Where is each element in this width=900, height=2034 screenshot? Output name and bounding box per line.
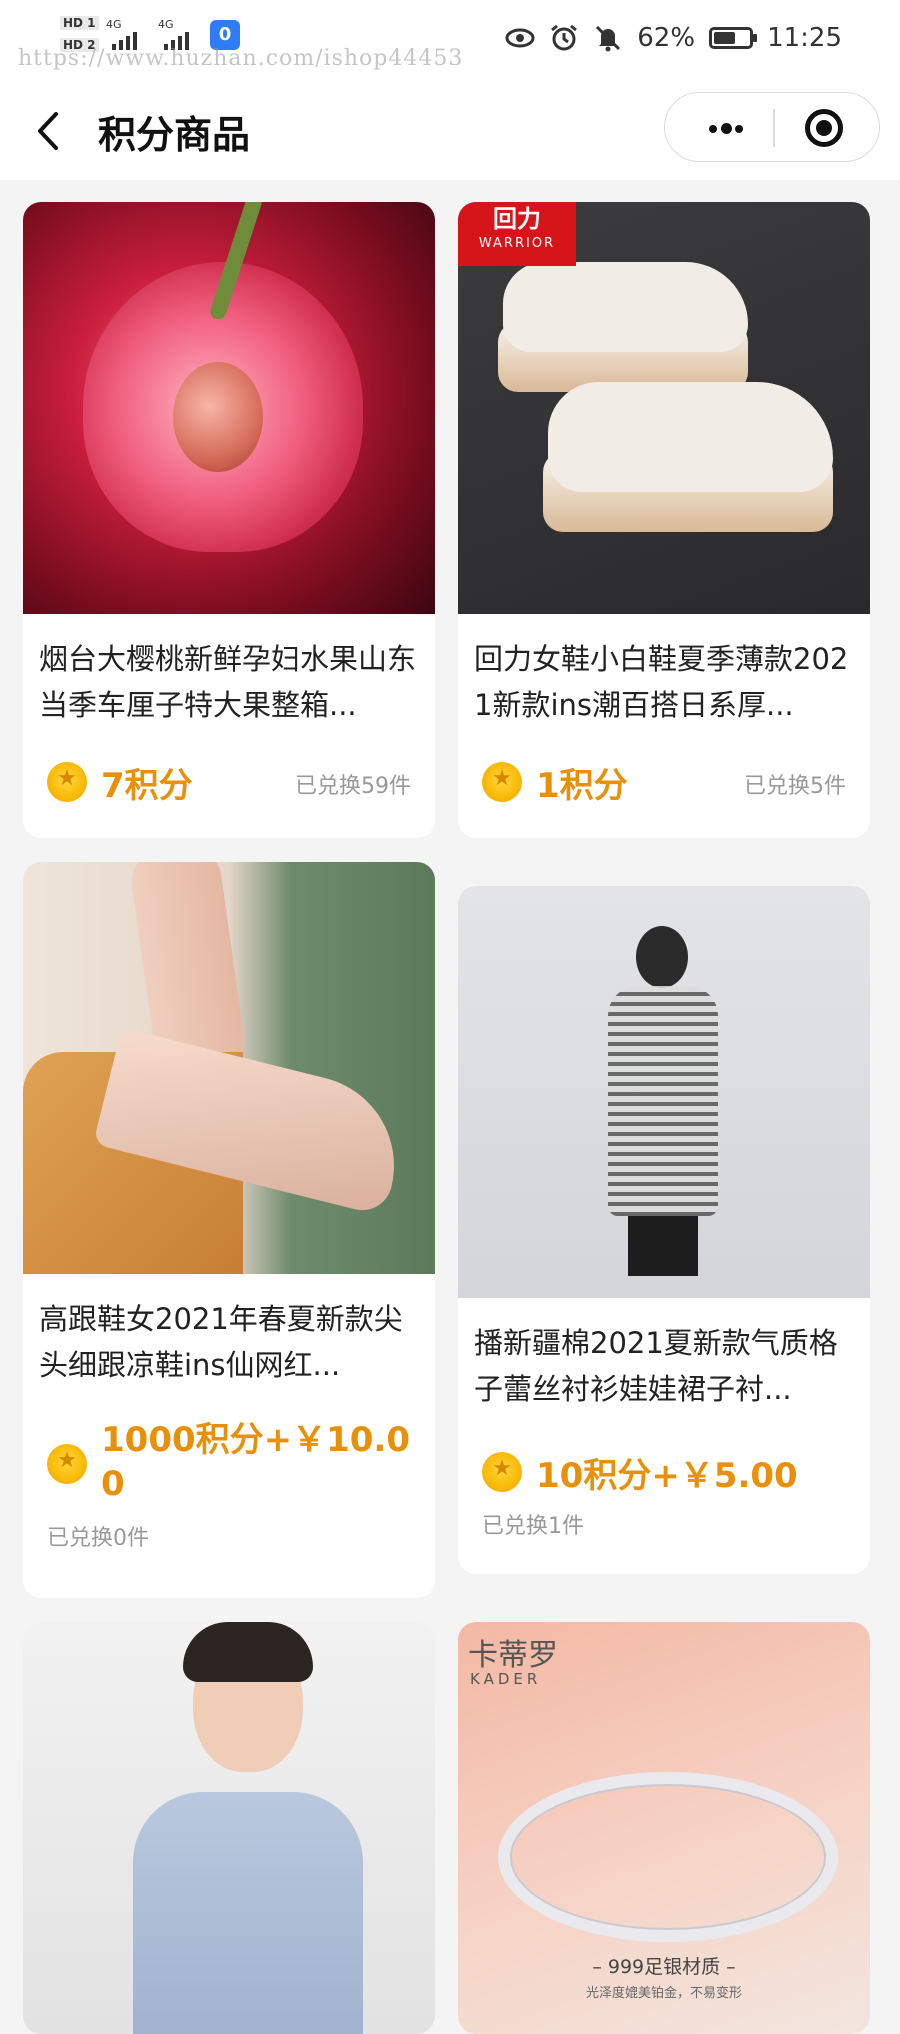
more-dots-icon	[709, 125, 717, 133]
product-card[interactable]: 回力 WARRIOR 回力女鞋小白鞋夏季薄款2021新款ins潮百搭日系厚...…	[458, 202, 870, 838]
network-label-2: 4G	[158, 18, 174, 31]
close-mini-program-button[interactable]	[789, 93, 859, 163]
product-name: 播新疆棉2021夏新款气质格子蕾丝衬衫娃娃裙子衬...	[474, 1326, 838, 1406]
product-image-pajamas	[23, 1622, 435, 2034]
eye-icon	[505, 23, 535, 53]
hd-badge-1: HD 1	[60, 16, 99, 30]
brand-logo-en: KADER	[470, 1670, 542, 1688]
product-card[interactable]: 播新疆棉2021夏新款气质格子蕾丝衬衫娃娃裙子衬... 10积分+￥5.00 已…	[458, 886, 870, 1574]
product-card[interactable]	[23, 1622, 435, 2034]
mini-program-capsule	[664, 92, 880, 162]
brand-logo: 回力 WARRIOR	[458, 202, 576, 266]
product-price: 7积分	[101, 766, 193, 806]
product-name: 回力女鞋小白鞋夏季薄款2021新款ins潮百搭日系厚...	[474, 642, 849, 722]
points-coin-icon	[47, 762, 87, 802]
product-image-heels	[23, 862, 435, 1274]
battery-percent: 62%	[637, 23, 696, 53]
points-coin-icon	[47, 1444, 87, 1484]
price-row: 1积分 已兑换5件	[458, 752, 870, 812]
page-title: 积分商品	[98, 113, 251, 157]
watermark-text: https://www.huzhan.com/ishop44453	[18, 46, 464, 71]
product-image-dress	[458, 886, 870, 1298]
battery-fill	[714, 32, 736, 44]
price-row: 7积分 已兑换59件	[23, 752, 435, 812]
brand-logo: 卡蒂罗	[468, 1638, 558, 1673]
network-label-1: 4G	[106, 18, 122, 31]
redeemed-count: 已兑换1件	[482, 1514, 584, 1539]
product-image-sneakers: 回力 WARRIOR	[458, 202, 870, 614]
price-row: 1000积分+￥10.00	[23, 1420, 435, 1520]
chevron-left-icon	[38, 112, 58, 150]
status-right: 62% 11:25	[505, 20, 842, 56]
redeemed-count: 已兑换59件	[295, 774, 411, 799]
product-name: 烟台大樱桃新鲜孕妇水果山东当季车厘子特大果整箱...	[39, 642, 417, 722]
image-caption: – 999足银材质 –	[592, 1956, 736, 1978]
product-card[interactable]: 烟台大樱桃新鲜孕妇水果山东当季车厘子特大果整箱... 7积分 已兑换59件	[23, 202, 435, 838]
mute-bell-icon	[593, 23, 623, 53]
status-bar: HD 1 HD 2 4G 4G 0 https://www.huzhan.com…	[0, 0, 900, 80]
product-price: 1000积分+￥10.00	[101, 1420, 411, 1504]
battery-icon	[709, 27, 758, 49]
product-image-bangle: 卡蒂罗 KADER – 999足银材质 – 光泽度媲美铂金，不易变形	[458, 1622, 870, 2034]
product-card[interactable]: 高跟鞋女2021年春夏新款尖头细跟凉鞋ins仙网红... 1000积分+￥10.…	[23, 862, 435, 1598]
clock-time: 11:25	[767, 23, 842, 53]
product-price: 10积分+￥5.00	[536, 1456, 798, 1496]
back-button[interactable]	[30, 106, 70, 156]
alarm-icon	[549, 23, 579, 53]
capsule-divider	[773, 109, 775, 147]
product-price: 1积分	[536, 766, 628, 806]
product-name: 高跟鞋女2021年春夏新款尖头细跟凉鞋ins仙网红...	[39, 1302, 403, 1382]
points-coin-icon	[482, 1452, 522, 1492]
image-caption-sub: 光泽度媲美铂金，不易变形	[585, 1986, 742, 2001]
product-image-cherry	[23, 202, 435, 614]
price-row: 10积分+￥5.00	[458, 1442, 870, 1502]
redeemed-count: 已兑换0件	[47, 1526, 149, 1551]
points-coin-icon	[482, 762, 522, 802]
product-card[interactable]: 卡蒂罗 KADER – 999足银材质 – 光泽度媲美铂金，不易变形	[458, 1622, 870, 2034]
navigation-bar: 积分商品	[0, 80, 900, 180]
redeemed-count: 已兑换5件	[744, 774, 846, 799]
more-button[interactable]	[689, 93, 759, 163]
